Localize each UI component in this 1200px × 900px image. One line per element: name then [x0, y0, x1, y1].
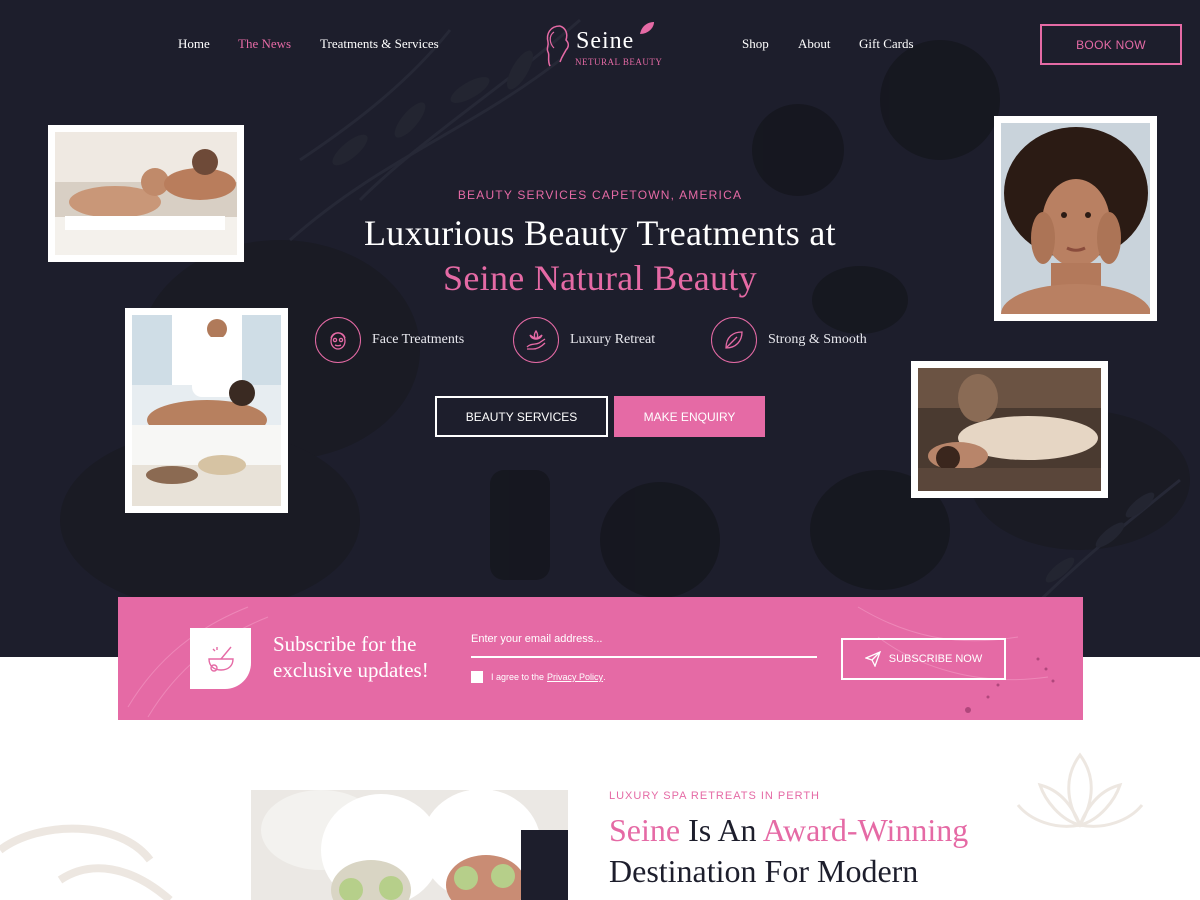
subscribe-banner: Subscribe for the exclusive updates! Ent…: [118, 597, 1083, 720]
relaxing-spa-photo: [911, 361, 1108, 498]
woman-portrait-photo: [994, 116, 1157, 321]
subscribe-title: Subscribe for the exclusive updates!: [273, 632, 429, 682]
agree-period: .: [603, 672, 606, 682]
site-logo[interactable]: Seine NETURAL BEAUTY: [540, 20, 663, 70]
email-input[interactable]: Enter your email address...: [471, 630, 817, 658]
couple-massage-photo: [48, 125, 244, 262]
beauty-services-button[interactable]: BEAUTY SERVICES: [435, 396, 608, 437]
subscribe-button-label: SUBSCRIBE NOW: [888, 653, 983, 665]
feature-label: Luxury Retreat: [570, 332, 656, 347]
hand-lotus-icon: [513, 317, 559, 363]
about-title-mid: Is An: [680, 812, 763, 848]
mortar-pestle-icon: [190, 628, 251, 689]
back-massage-photo: [125, 308, 288, 513]
main-nav: Home The News Treatments & Services Sein…: [0, 0, 1200, 90]
privacy-policy-link[interactable]: Privacy Policy: [547, 672, 603, 682]
about-title: Seine Is An Award-Winning Destination Fo…: [609, 810, 968, 892]
subscribe-now-button[interactable]: SUBSCRIBE NOW: [841, 638, 1006, 680]
hero-section: Home The News Treatments & Services Sein…: [0, 0, 1200, 657]
nav-treatments-services[interactable]: Treatments & Services: [320, 36, 439, 52]
feature-strong-smooth: Strong & Smooth: [711, 316, 867, 364]
about-title-brand: Seine: [609, 812, 681, 848]
logo-name: Seine: [576, 28, 635, 54]
curve-decor: [0, 824, 173, 900]
nav-home[interactable]: Home: [178, 36, 210, 52]
privacy-agree: I agree to the Privacy Policy .: [471, 671, 606, 683]
privacy-checkbox[interactable]: [471, 671, 483, 683]
leaf-logo-icon: [640, 22, 654, 34]
feature-face-treatments: Face Treatments: [315, 316, 464, 364]
feature-luxury-retreat: Luxury Retreat: [513, 316, 655, 364]
nav-about[interactable]: About: [798, 36, 831, 52]
logo-tagline: NETURAL BEAUTY: [575, 57, 663, 67]
about-title-line2: Destination For Modern: [609, 853, 919, 889]
feature-label: Strong & Smooth: [768, 332, 867, 347]
woman-profile-icon: [546, 25, 570, 67]
nav-gift-cards[interactable]: Gift Cards: [859, 36, 914, 52]
facial-mask-photo: [251, 790, 568, 900]
agree-text: I agree to the: [491, 672, 545, 682]
book-now-button[interactable]: BOOK NOW: [1040, 24, 1182, 65]
nav-shop[interactable]: Shop: [742, 36, 769, 52]
nav-the-news[interactable]: The News: [238, 36, 291, 52]
about-title-award: Award-Winning: [762, 812, 969, 848]
paper-plane-icon: [864, 651, 881, 667]
leaf-icon: [711, 317, 757, 363]
about-kicker: LUXURY SPA RETREATS IN PERTH: [609, 790, 820, 802]
face-mask-icon: [315, 317, 361, 363]
lotus-decor-icon: [1016, 752, 1144, 828]
make-enquiry-button[interactable]: MAKE ENQUIRY: [614, 396, 765, 437]
feature-label: Face Treatments: [372, 332, 465, 347]
